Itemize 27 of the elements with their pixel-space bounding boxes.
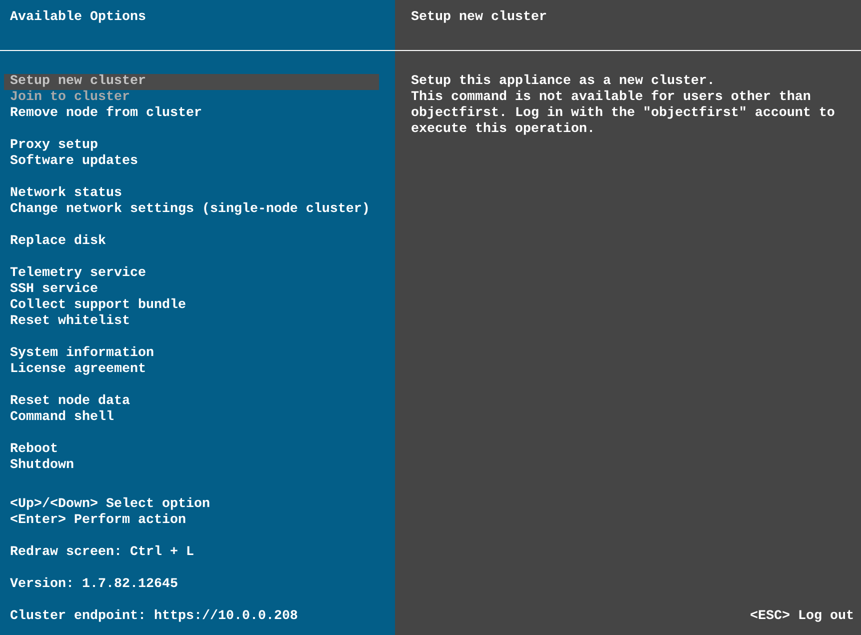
menu-item[interactable]: Setup new cluster: [4, 74, 379, 90]
info-text: Version: 1.7.82.12645: [10, 577, 178, 593]
menu-item[interactable]: Replace disk: [4, 234, 379, 250]
menu-item[interactable]: License agreement: [4, 362, 379, 378]
description-text: Setup this appliance as a new cluster.: [411, 74, 716, 90]
menu-item[interactable]: Network status: [4, 186, 379, 202]
menu-item[interactable]: Change network settings (single-node cluster): [4, 202, 379, 218]
info-text: Redraw screen: Ctrl + L: [10, 545, 194, 561]
menu-item[interactable]: Collect support bundle: [4, 298, 379, 314]
menu-item[interactable]: System information: [4, 346, 379, 362]
menu-item[interactable]: Command shell: [4, 410, 379, 426]
logout-hint: <ESC> Log out: [750, 609, 854, 624]
panel-title: Available Options: [10, 10, 146, 25]
menu-item[interactable]: Reset node data: [4, 394, 379, 410]
panel-title: Setup new cluster: [411, 10, 547, 25]
info-text: Cluster endpoint: https://10.0.0.208: [10, 609, 298, 625]
info-text: <Up>/<Down> Select option: [10, 497, 210, 513]
menu-item[interactable]: Telemetry service: [4, 266, 379, 282]
menu-item[interactable]: Reboot: [4, 442, 379, 458]
menu-item[interactable]: Shutdown: [4, 458, 379, 474]
menu-item[interactable]: SSH service: [4, 282, 379, 298]
menu-item[interactable]: Proxy setup: [4, 138, 379, 154]
menu-item[interactable]: Reset whitelist: [4, 314, 379, 330]
menu-item[interactable]: Software updates: [4, 154, 379, 170]
menu-item[interactable]: Remove node from cluster: [4, 106, 379, 122]
info-text: <Enter> Perform action: [10, 513, 186, 529]
description-text: This command is not available for users other than objectfirst. Log in with the "objectfirst" account to execute this operation.: [411, 90, 836, 138]
